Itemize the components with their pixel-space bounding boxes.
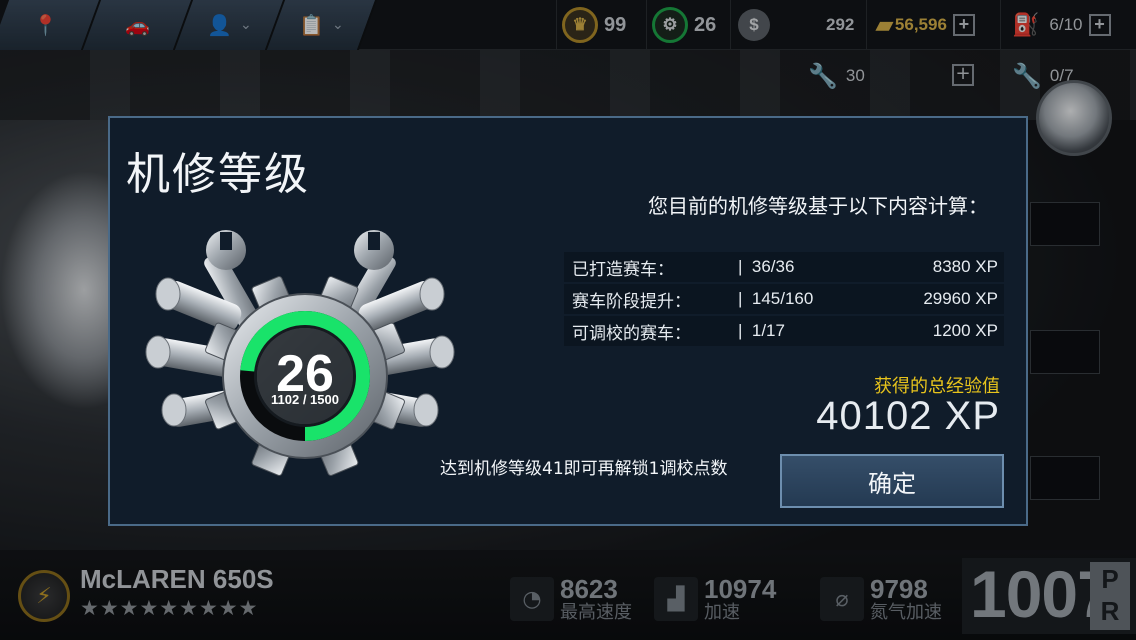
row-progress-value: 36/36: [751, 257, 795, 276]
row-label: 可调校的赛车：: [572, 323, 691, 344]
row-label: 已打造赛车：: [572, 259, 674, 280]
row-xp: 8380 XP: [932, 257, 998, 276]
row-progress-value: 1/17: [751, 321, 785, 340]
row-progress-value: 145/160: [751, 289, 814, 308]
mechanic-level-dialog: 机修等级 您目前的机修等级基于以下内容计算： 26 1102 / 1500 已打…: [108, 116, 1028, 526]
table-row: 已打造赛车： | 36/36 8380 XP: [564, 252, 1004, 282]
unlock-hint: 达到机修等级41即可再解锁1调校点数: [440, 459, 728, 479]
row-progress: | 36/36: [738, 257, 795, 276]
row-label: 赛车阶段提升：: [572, 291, 691, 312]
table-row: 赛车阶段提升： | 145/160 29960 XP: [564, 284, 1004, 314]
row-xp: 29960 XP: [923, 289, 998, 308]
confirm-button[interactable]: 确定: [780, 454, 1004, 508]
dialog-subtitle: 您目前的机修等级基于以下内容计算：: [648, 194, 988, 218]
row-progress: | 1/17: [738, 321, 785, 340]
total-xp-value: 40102 XP: [816, 394, 1000, 438]
dialog-title: 机修等级: [126, 149, 310, 200]
xp-breakdown-table: 已打造赛车： | 36/36 8380 XP 赛车阶段提升： | 145/160…: [564, 252, 1004, 348]
row-xp: 1200 XP: [932, 321, 998, 340]
row-progress: | 145/160: [738, 289, 814, 308]
level-progress-text: 1102 / 1500: [271, 392, 339, 407]
table-row: 可调校的赛车： | 1/17 1200 XP: [564, 316, 1004, 346]
